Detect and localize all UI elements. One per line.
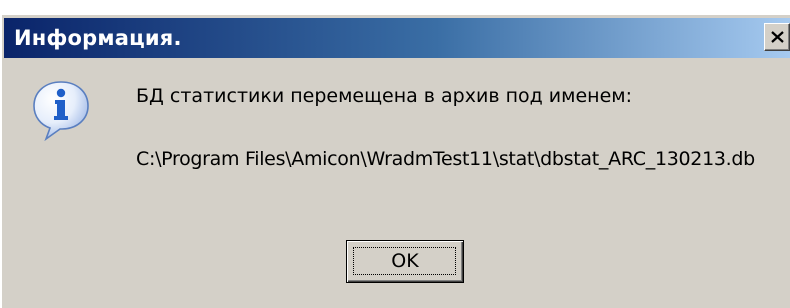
message-dialog: Информация. БД статистики перемещена в а… (0, 14, 790, 308)
close-icon (771, 31, 784, 43)
window-title: Информация. (14, 26, 182, 50)
message-text: БД статистики перемещена в архив под име… (136, 85, 633, 107)
ok-button-label: OK (391, 250, 419, 272)
ok-button[interactable]: OK (346, 240, 464, 283)
archive-path-text: C:\Program Files\Amicon\WradmTest11\stat… (136, 148, 755, 170)
close-button[interactable] (764, 23, 790, 51)
title-bar[interactable]: Информация. (4, 18, 790, 58)
info-icon (33, 81, 89, 141)
